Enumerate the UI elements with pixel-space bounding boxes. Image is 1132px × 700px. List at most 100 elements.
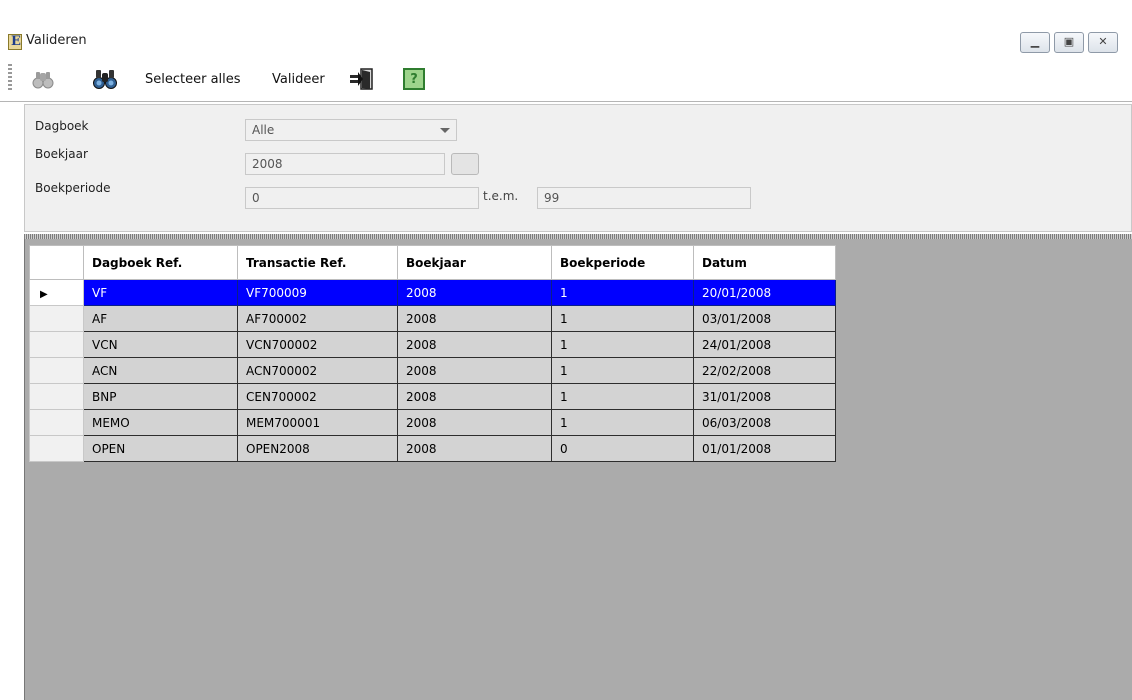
cell-dagboek-ref[interactable]: OPEN — [83, 435, 238, 462]
cell-transactie-ref[interactable]: ACN700002 — [237, 357, 398, 384]
boekjaar-picker-button[interactable] — [451, 153, 479, 175]
table-row[interactable]: MEMO MEM700001 2008 1 06/03/2008 — [29, 409, 836, 436]
filter-panel: Dagboek Alle Boekjaar 2008 Boekperiode 0… — [24, 104, 1132, 232]
row-selector[interactable] — [29, 331, 84, 358]
cell-dagboek-ref[interactable]: VF — [83, 279, 238, 306]
binoculars-grey-icon — [30, 67, 56, 91]
cell-boekperiode[interactable]: 1 — [551, 331, 694, 358]
cell-boekperiode[interactable]: 1 — [551, 357, 694, 384]
maximize-icon: ▣ — [1063, 35, 1075, 48]
cell-dagboek-ref[interactable]: AF — [83, 305, 238, 332]
row-selector[interactable] — [29, 357, 84, 384]
cell-boekjaar[interactable]: 2008 — [397, 357, 552, 384]
minimize-button[interactable]: ▁ — [1020, 32, 1050, 53]
close-button[interactable]: ✕ — [1088, 32, 1118, 53]
cell-boekperiode[interactable]: 0 — [551, 435, 694, 462]
dagboek-value: Alle — [252, 123, 275, 137]
cell-boekjaar[interactable]: 2008 — [397, 279, 552, 306]
select-all-button[interactable]: Selecteer alles — [145, 66, 241, 92]
table-row[interactable]: VCN VCN700002 2008 1 24/01/2008 — [29, 331, 836, 358]
boekperiode-to-field[interactable]: 99 — [537, 187, 751, 209]
boekperiode-from-field[interactable]: 0 — [245, 187, 479, 209]
row-selector[interactable] — [29, 435, 84, 462]
cell-dagboek-ref[interactable]: MEMO — [83, 409, 238, 436]
cell-dagboek-ref[interactable]: ACN — [83, 357, 238, 384]
dagboek-dropdown[interactable]: Alle — [245, 119, 457, 141]
window-title: Valideren — [26, 33, 87, 48]
cell-transactie-ref[interactable]: VF700009 — [237, 279, 398, 306]
app-logo-icon: E — [8, 34, 22, 50]
cell-datum[interactable]: 22/02/2008 — [693, 357, 836, 384]
table-body: ▶ VF VF700009 2008 1 20/01/2008 AF AF700002 2008… — [29, 279, 836, 462]
cell-datum[interactable]: 20/01/2008 — [693, 279, 836, 306]
cell-datum[interactable]: 24/01/2008 — [693, 331, 836, 358]
close-icon: ✕ — [1098, 35, 1108, 48]
cell-boekperiode[interactable]: 1 — [551, 383, 694, 410]
minimize-icon: ▁ — [1030, 35, 1040, 48]
column-header-boekjaar[interactable]: Boekjaar — [397, 245, 552, 280]
exit-door-icon — [348, 67, 374, 91]
cell-datum[interactable]: 03/01/2008 — [693, 305, 836, 332]
chevron-down-icon — [440, 128, 450, 133]
cell-boekperiode[interactable]: 1 — [551, 305, 694, 332]
cell-datum[interactable]: 01/01/2008 — [693, 435, 836, 462]
cell-datum[interactable]: 31/01/2008 — [693, 383, 836, 410]
validate-label: Valideer — [272, 71, 325, 87]
column-header-dagboek-ref[interactable]: Dagboek Ref. — [83, 245, 238, 280]
maximize-button[interactable]: ▣ — [1054, 32, 1084, 53]
cell-datum[interactable]: 06/03/2008 — [693, 409, 836, 436]
boekperiode-label: Boekperiode — [35, 181, 111, 195]
binoculars-icon — [92, 67, 118, 91]
row-selector[interactable] — [29, 305, 84, 332]
cell-transactie-ref[interactable]: MEM700001 — [237, 409, 398, 436]
table-row[interactable]: ▶ VF VF700009 2008 1 20/01/2008 — [29, 279, 836, 306]
exit-button[interactable] — [348, 66, 374, 92]
title-bar[interactable]: E Valideren ▁ ▣ ✕ — [0, 26, 1132, 56]
header-row: Dagboek Ref. Transactie Ref. Boekjaar Bo… — [29, 245, 836, 280]
select-all-label: Selecteer alles — [145, 71, 241, 87]
column-header-datum[interactable]: Datum — [693, 245, 836, 280]
boekperiode-from-value: 0 — [252, 191, 260, 205]
boekperiode-to-value: 99 — [544, 191, 560, 205]
cell-transactie-ref[interactable]: OPEN2008 — [237, 435, 398, 462]
validate-window: E Valideren ▁ ▣ ✕ Selecteer alles Valide… — [0, 0, 1132, 700]
table-row[interactable]: AF AF700002 2008 1 03/01/2008 — [29, 305, 836, 332]
boekjaar-value: 2008 — [252, 157, 283, 171]
cell-dagboek-ref[interactable]: BNP — [83, 383, 238, 410]
row-selector-header[interactable] — [29, 245, 84, 280]
table-row[interactable]: OPEN OPEN2008 2008 0 01/01/2008 — [29, 435, 836, 462]
column-header-transactie-ref[interactable]: Transactie Ref. — [237, 245, 398, 280]
search-disabled-button[interactable] — [30, 66, 56, 92]
row-selector[interactable] — [29, 409, 84, 436]
dagboek-label: Dagboek — [35, 119, 89, 133]
boekjaar-label: Boekjaar — [35, 147, 88, 161]
cell-transactie-ref[interactable]: CEN700002 — [237, 383, 398, 410]
table-row[interactable]: BNP CEN700002 2008 1 31/01/2008 — [29, 383, 836, 410]
help-icon: ? — [403, 68, 425, 90]
cell-dagboek-ref[interactable]: VCN — [83, 331, 238, 358]
column-header-boekperiode[interactable]: Boekperiode — [551, 245, 694, 280]
data-grid: Dagboek Ref. Transactie Ref. Boekjaar Bo… — [24, 239, 1132, 700]
boekjaar-field[interactable]: 2008 — [245, 153, 445, 175]
row-selector[interactable] — [29, 383, 84, 410]
transactions-table: Dagboek Ref. Transactie Ref. Boekjaar Bo… — [29, 245, 836, 462]
cell-boekjaar[interactable]: 2008 — [397, 331, 552, 358]
search-button[interactable] — [92, 66, 118, 92]
cell-transactie-ref[interactable]: VCN700002 — [237, 331, 398, 358]
cell-boekjaar[interactable]: 2008 — [397, 435, 552, 462]
window-controls: ▁ ▣ ✕ — [1020, 32, 1118, 53]
validate-button[interactable]: Valideer — [272, 66, 325, 92]
row-pointer-icon: ▶ — [40, 288, 48, 300]
cell-boekjaar[interactable]: 2008 — [397, 305, 552, 332]
cell-boekjaar[interactable]: 2008 — [397, 383, 552, 410]
cell-boekperiode[interactable]: 1 — [551, 409, 694, 436]
toolbar-grip[interactable] — [8, 64, 12, 92]
tem-label: t.e.m. — [483, 189, 519, 203]
cell-transactie-ref[interactable]: AF700002 — [237, 305, 398, 332]
row-selector[interactable]: ▶ — [29, 279, 84, 306]
cell-boekperiode[interactable]: 1 — [551, 279, 694, 306]
table-row[interactable]: ACN ACN700002 2008 1 22/02/2008 — [29, 357, 836, 384]
toolbar: Selecteer alles Valideer ? — [0, 56, 1132, 102]
help-button[interactable]: ? — [403, 66, 425, 92]
cell-boekjaar[interactable]: 2008 — [397, 409, 552, 436]
